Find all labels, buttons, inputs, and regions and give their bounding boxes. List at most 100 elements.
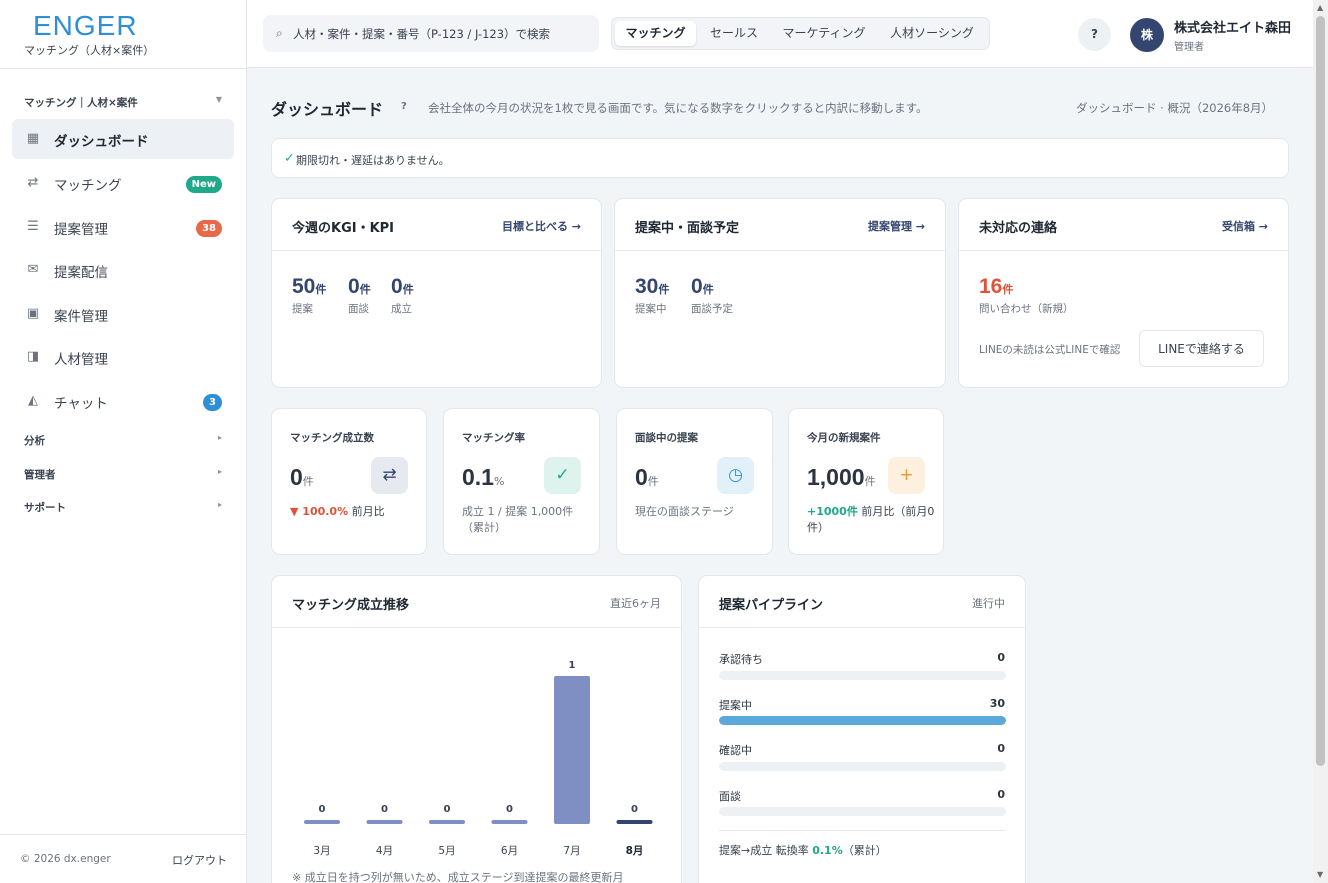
sidebar-item-label: 案件管理 (54, 309, 108, 325)
bar-5月[interactable] (429, 820, 465, 824)
stage-progress-reviewing (719, 762, 1006, 771)
stat-card-matches[interactable]: マッチング成立数 0件 ⇄ ▼ 100.0% 前月比 (271, 408, 427, 555)
workspace-label: マッチング｜人材×案件 (24, 97, 138, 109)
stage-progress-fill (719, 716, 1006, 725)
page-scrollbar[interactable]: ▲ ▼ (1313, 0, 1328, 883)
tab-marketing[interactable]: マーケティング (772, 21, 876, 46)
help-button[interactable]: ? (1078, 18, 1111, 51)
metric-proposals[interactable]: 50件 提案 (292, 275, 326, 316)
line-contact-button[interactable]: LINEで連絡する (1139, 330, 1264, 367)
caret-right-icon: ▸ (217, 433, 222, 442)
x-tick-label: 6月 (501, 845, 518, 857)
metric-label: 面談予定 (691, 303, 733, 315)
group-label: 分析 (24, 435, 45, 447)
sidebar-item-projects[interactable]: ▣ 案件管理 (12, 294, 234, 334)
stage-value: 0 (997, 651, 1005, 664)
metric-label: 成立 (391, 303, 412, 315)
sidebar-group-analytics[interactable]: 分析 ▸ (24, 433, 224, 448)
tab-talent-sourcing[interactable]: 人材ソーシング (878, 21, 986, 46)
page-help-icon[interactable]: ? (401, 101, 407, 112)
search-input[interactable] (293, 24, 589, 44)
metric-interview-scheduled[interactable]: 0件 面談予定 (691, 275, 733, 316)
tab-sales[interactable]: セールス (698, 21, 770, 46)
stat-title: マッチング成立数 (290, 432, 374, 444)
stage-label: 面談 (719, 790, 741, 803)
card-title: 提案中・面談予定 (635, 221, 740, 236)
page-description: 会社全体の今月の状況を1枚で見る画面です。気になる数字をクリックすると内訳に移動… (428, 101, 928, 115)
grid-icon: ▦ (26, 131, 40, 146)
group-label: サポート (24, 502, 66, 514)
data-label: 0 (506, 804, 513, 815)
scroll-down-icon[interactable]: ▼ (1317, 870, 1323, 879)
caret-down-icon: ▼ (215, 95, 222, 104)
sidebar-group-admin[interactable]: 管理者 ▸ (24, 467, 224, 482)
metric-label: 面談 (348, 303, 369, 315)
sidebar-item-proposal-delivery[interactable]: ✉ 提案配信 (12, 250, 234, 290)
tab-matching[interactable]: マッチング (615, 21, 696, 46)
stage-value: 0 (997, 742, 1005, 755)
stat-number: 0 (635, 464, 648, 490)
avatar[interactable]: 株 (1130, 18, 1164, 52)
stat-title: 面談中の提案 (635, 432, 698, 444)
stat-unit: 件 (864, 475, 876, 488)
swap-icon: ⇄ (371, 457, 408, 494)
metric-closed[interactable]: 0件 成立 (391, 275, 414, 316)
inbox-link[interactable]: 受信箱 → (1222, 218, 1268, 234)
topbar: ⌕ マッチング セールス マーケティング 人材ソーシング ? 株 株式会社エイト… (247, 0, 1313, 68)
mail-icon: ✉ (27, 262, 39, 277)
metric-value: 0 (691, 275, 703, 298)
card-title: マッチング成立推移 (292, 598, 410, 613)
search-box[interactable]: ⌕ (263, 15, 599, 52)
stat-card-match-rate[interactable]: マッチング率 0.1% ✓ 成立 1 / 提案 1,000件（累計） (443, 408, 600, 555)
bar-7月[interactable] (554, 676, 590, 824)
sidebar-item-chat[interactable]: ◭ チャット 3 (12, 381, 234, 421)
sidebar-group-support[interactable]: サポート ▸ (24, 500, 224, 515)
stat-sub: 成立 1 / 提案 1,000件（累計） (462, 505, 574, 534)
stat-sub: 現在の面談ステージ (635, 505, 734, 518)
line-note: LINEの未読は公式LINEで確認 (979, 344, 1121, 356)
stat-change: ▼ 100.0% 前月比 (290, 504, 420, 520)
bar-4月[interactable] (366, 820, 403, 824)
card-header: マッチング成立推移 直近6ヶ月 (272, 576, 681, 628)
unhandled-contacts-card: 未対応の連絡 受信箱 → 16件 問い合わせ（新規） LINEの未読は公式LIN… (958, 198, 1289, 388)
breadcrumb: ダッシュボード · 概況（2026年8月） (1076, 101, 1274, 115)
user-name[interactable]: 株式会社エイト森田 (1174, 17, 1291, 36)
compare-goals-link[interactable]: 目標と比べる → (502, 218, 581, 234)
metric-unit: 件 (359, 283, 371, 296)
logout-link[interactable]: ログアウト (172, 852, 227, 868)
sidebar-item-label: 提案配信 (54, 265, 108, 281)
data-label: 0 (444, 804, 451, 815)
change-value: ▼ 100.0% (290, 505, 349, 518)
stage-progress-interview (719, 807, 1006, 816)
x-tick-label: 4月 (376, 845, 393, 857)
metric-value: 30 (635, 275, 659, 298)
metric-interviews[interactable]: 0件 面談 (348, 275, 371, 316)
metric-inquiries[interactable]: 16件 問い合わせ（新規） (979, 275, 1074, 316)
scrollbar-thumb[interactable] (1316, 16, 1325, 766)
pipeline-divider (719, 830, 1006, 831)
stat-card-new-projects[interactable]: 今月の新規案件 1,000件 + +1000件 前月比（前月0件） (788, 408, 944, 555)
scroll-up-icon[interactable]: ▲ (1317, 3, 1323, 12)
stat-unit: 件 (647, 475, 659, 488)
bar-8月[interactable] (616, 820, 653, 824)
brand-logo[interactable]: ENGER (33, 10, 138, 42)
x-tick-label: 5月 (438, 845, 455, 857)
data-label: 1 (569, 660, 576, 671)
stage-label: 提案中 (719, 699, 752, 712)
sidebar-item-proposals[interactable]: ☰ 提案管理 38 (12, 207, 234, 247)
sidebar-item-talent[interactable]: ◨ 人材管理 (12, 337, 234, 377)
stat-card-interviews[interactable]: 面談中の提案 0件 ◷ 現在の面談ステージ (616, 408, 773, 555)
metric-value: 16 (979, 275, 1003, 298)
metric-in-proposal[interactable]: 30件 提案中 (635, 275, 669, 316)
sidebar-item-dashboard[interactable]: ▦ ダッシュボード (12, 119, 234, 159)
bar-3月[interactable] (304, 820, 340, 824)
stage-value: 30 (989, 697, 1005, 710)
change-label: 前月比 (348, 505, 385, 518)
bar-6月[interactable] (491, 820, 528, 824)
sidebar-item-matching[interactable]: ⇄ マッチング New (12, 163, 234, 203)
workspace-switcher[interactable]: マッチング｜人材×案件 ▼ (24, 95, 224, 110)
list-icon: ☰ (27, 219, 39, 234)
page-title: ダッシュボード (271, 100, 384, 119)
card-header: 提案パイプライン 進行中 (699, 576, 1025, 628)
proposal-management-link[interactable]: 提案管理 → (868, 218, 925, 234)
